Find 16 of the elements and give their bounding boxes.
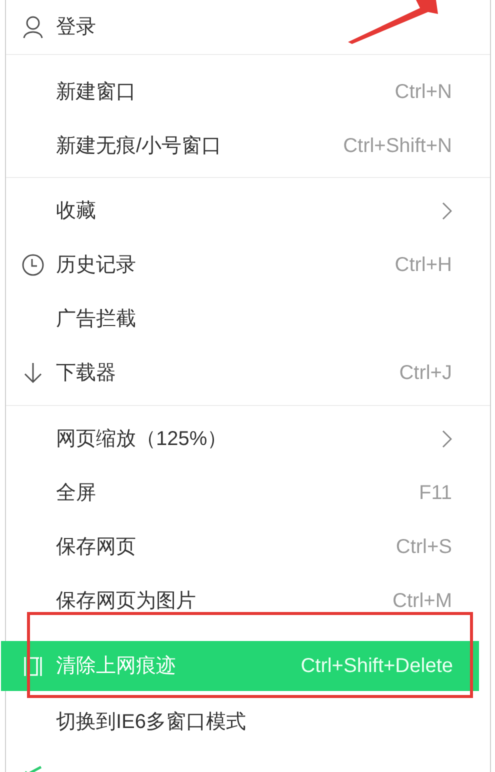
clock-icon	[22, 253, 44, 277]
menu-item[interactable]: 收藏	[6, 184, 490, 238]
menu-item[interactable]: 新建窗口 Ctrl+N	[6, 65, 490, 119]
user-icon	[22, 15, 44, 39]
menu-item[interactable]: 广告拦截	[6, 292, 490, 346]
menu-item[interactable]: 切换到IE6多窗口模式	[6, 695, 490, 749]
check-icon	[24, 766, 42, 772]
menu-item[interactable]: 登录	[6, 0, 490, 54]
menu-item[interactable]: 下载器 Ctrl+J	[6, 346, 490, 400]
menu-item[interactable]: 网页缩放（125%）	[6, 412, 490, 466]
menu-item[interactable]: 历史记录 Ctrl+H	[6, 238, 490, 292]
menu-item[interactable]: 新建无痕/小号窗口 Ctrl+Shift+N	[6, 119, 490, 173]
menu-item[interactable]: 保存网页为图片 Ctrl+M	[6, 574, 490, 628]
menu-item[interactable]: 全屏 F11	[6, 466, 490, 520]
menu-item[interactable]: 保存网页 Ctrl+S	[6, 520, 490, 574]
down-arrow-icon	[22, 361, 44, 385]
